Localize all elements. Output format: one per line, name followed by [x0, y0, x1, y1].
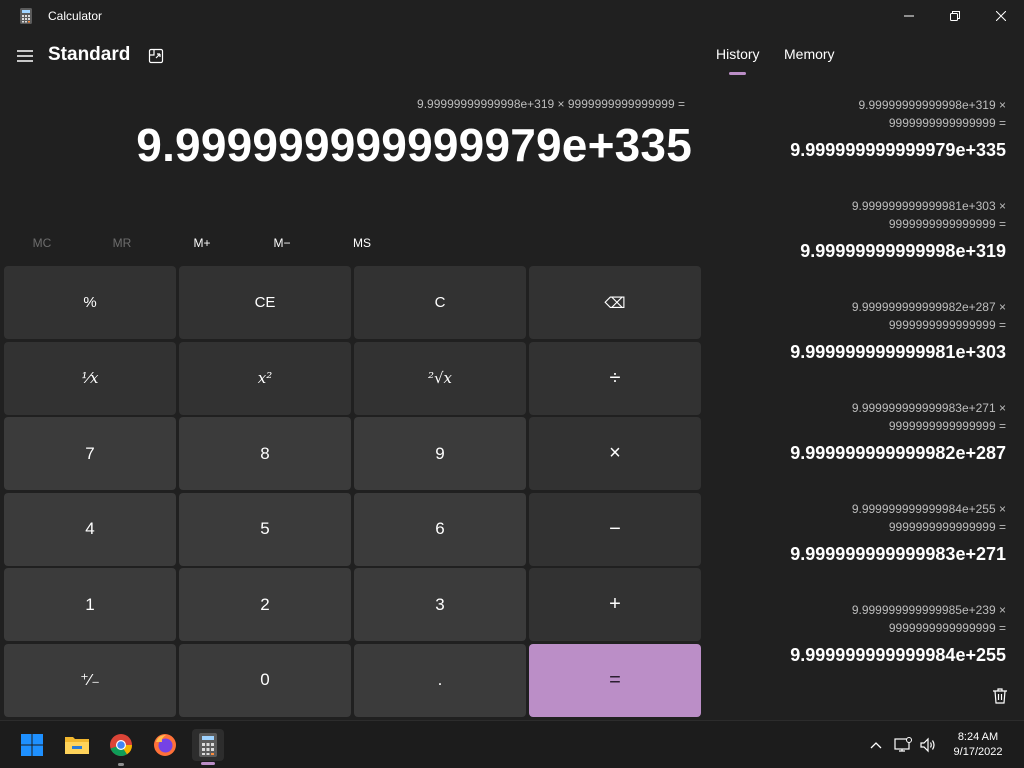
history-expression-line-2: 9999999999999999 = — [888, 621, 1006, 635]
keypad: % CE C ⌫ ⅟x x² ²√x ÷ 7 8 9 × 4 5 6 − 1 2… — [4, 266, 701, 717]
memory-add-button[interactable]: M+ — [172, 232, 232, 254]
clock-date: 9/17/2022 — [953, 746, 1003, 758]
chevron-up-icon — [870, 742, 882, 749]
mode-title: Standard — [48, 44, 131, 65]
history-item[interactable]: 9.999999999999982e+287 × 999999999999999… — [716, 298, 1006, 363]
result-display: 9.999999999999979e+335 — [136, 119, 692, 171]
history-expression-line-1: 9.999999999999983e+271 × — [851, 401, 1006, 415]
square-button[interactable]: x² — [179, 341, 351, 415]
network-icon — [894, 737, 912, 752]
firefox-icon — [154, 734, 176, 756]
active-tab-indicator — [729, 72, 746, 75]
square-root-button[interactable]: ²√x — [354, 341, 526, 415]
backspace-button[interactable]: ⌫ — [529, 266, 701, 339]
history-expression-line-1: 9.999999999999984e+255 × — [851, 502, 1006, 516]
digit-1-button[interactable]: 1 — [4, 568, 176, 642]
memory-store-button[interactable]: MS — [332, 232, 392, 254]
history-expression-line-2: 9999999999999999 = — [888, 318, 1006, 332]
add-button[interactable]: + — [529, 568, 701, 642]
hamburger-icon — [17, 50, 33, 62]
active-app-indicator — [201, 762, 215, 765]
digit-2-button[interactable]: 2 — [179, 568, 351, 642]
running-indicator — [118, 763, 124, 766]
history-item[interactable]: 9.999999999999983e+271 × 999999999999999… — [716, 399, 1006, 464]
calculator-icon — [199, 733, 217, 757]
reciprocal-button[interactable]: ⅟x — [4, 341, 176, 415]
digit-0-button[interactable]: 0 — [179, 643, 351, 717]
navigation-menu-button[interactable] — [14, 45, 36, 67]
history-expression-line-2: 9999999999999999 = — [888, 217, 1006, 231]
memory-clear-button[interactable]: MC — [12, 232, 72, 254]
percent-button[interactable]: % — [4, 266, 176, 339]
history-result: 9.999999999999984e+255 — [790, 645, 1006, 665]
history-result: 9.999999999999981e+303 — [790, 342, 1006, 362]
decimal-button[interactable]: . — [354, 643, 526, 717]
memory-recall-button[interactable]: MR — [92, 232, 152, 254]
negate-button[interactable]: ⁺∕₋ — [4, 643, 176, 717]
clock-time: 8:24 AM — [957, 731, 999, 743]
history-expression-line-2: 9999999999999999 = — [888, 116, 1006, 130]
history-item[interactable]: 9.999999999999984e+255 × 999999999999999… — [716, 500, 1006, 565]
trash-icon — [993, 688, 1007, 704]
history-result: 9.999999999999983e+271 — [790, 544, 1006, 564]
divide-button[interactable]: ÷ — [529, 341, 701, 415]
calculator-taskbar-button[interactable] — [192, 729, 224, 761]
digit-9-button[interactable]: 9 — [354, 417, 526, 491]
history-expression-line-2: 9999999999999999 = — [888, 419, 1006, 433]
firefox-button[interactable] — [149, 729, 181, 761]
close-button[interactable] — [978, 0, 1024, 32]
expression-display: 9.99999999999998e+319 × 9999999999999999… — [417, 97, 685, 111]
history-item[interactable]: 9.999999999999981e+303 × 999999999999999… — [716, 197, 1006, 262]
start-button[interactable] — [16, 729, 48, 761]
taskbar-clock[interactable]: 8:24 AM 9/17/2022 — [948, 730, 1008, 760]
digit-8-button[interactable]: 8 — [179, 417, 351, 491]
history-item[interactable]: 9.999999999999985e+239 × 999999999999999… — [716, 601, 1006, 666]
speaker-icon — [920, 737, 935, 753]
clear-button[interactable]: C — [354, 266, 526, 339]
file-explorer-button[interactable] — [61, 729, 93, 761]
keep-on-top-icon — [148, 48, 164, 64]
tab-history[interactable]: History — [716, 46, 760, 62]
windows-logo-icon — [21, 734, 43, 756]
clear-history-button[interactable] — [990, 686, 1010, 706]
title-bar: Calculator — [0, 0, 1024, 32]
digit-6-button[interactable]: 6 — [354, 492, 526, 566]
digit-5-button[interactable]: 5 — [179, 492, 351, 566]
digit-7-button[interactable]: 7 — [4, 417, 176, 491]
history-expression-line-2: 9999999999999999 = — [888, 520, 1006, 534]
history-item[interactable]: 9.99999999999998e+319 × 9999999999999999… — [716, 96, 1006, 161]
clear-entry-button[interactable]: CE — [179, 266, 351, 339]
chrome-icon — [110, 734, 133, 757]
history-expression-line-1: 9.99999999999998e+319 × — [858, 98, 1007, 112]
history-expression-line-1: 9.999999999999985e+239 × — [851, 603, 1006, 617]
network-button[interactable] — [893, 735, 913, 755]
memory-subtract-button[interactable]: M− — [252, 232, 312, 254]
minimize-icon — [904, 15, 914, 17]
folder-icon — [65, 737, 89, 754]
calculator-app-icon — [20, 8, 32, 24]
history-result: 9.999999999999982e+287 — [790, 443, 1006, 463]
history-result: 9.999999999999979e+335 — [790, 140, 1006, 160]
close-icon — [996, 11, 1006, 21]
tab-memory[interactable]: Memory — [784, 46, 835, 62]
history-expression-line-1: 9.999999999999982e+287 × — [851, 300, 1006, 314]
equals-button[interactable]: = — [529, 643, 701, 717]
volume-button[interactable] — [918, 735, 938, 755]
history-expression-line-1: 9.999999999999981e+303 × — [851, 199, 1006, 213]
chrome-button[interactable] — [105, 729, 137, 761]
subtract-button[interactable]: − — [529, 492, 701, 566]
digit-4-button[interactable]: 4 — [4, 492, 176, 566]
window-title: Calculator — [48, 9, 103, 23]
multiply-button[interactable]: × — [529, 417, 701, 491]
keep-on-top-button[interactable] — [146, 46, 166, 66]
history-result: 9.99999999999998e+319 — [800, 241, 1006, 261]
taskbar: 8:24 AM 9/17/2022 — [0, 720, 1024, 768]
restore-button[interactable] — [932, 0, 978, 32]
minimize-button[interactable] — [886, 0, 932, 32]
show-hidden-icons-button[interactable] — [866, 735, 886, 755]
restore-icon — [950, 11, 960, 21]
digit-3-button[interactable]: 3 — [354, 568, 526, 642]
